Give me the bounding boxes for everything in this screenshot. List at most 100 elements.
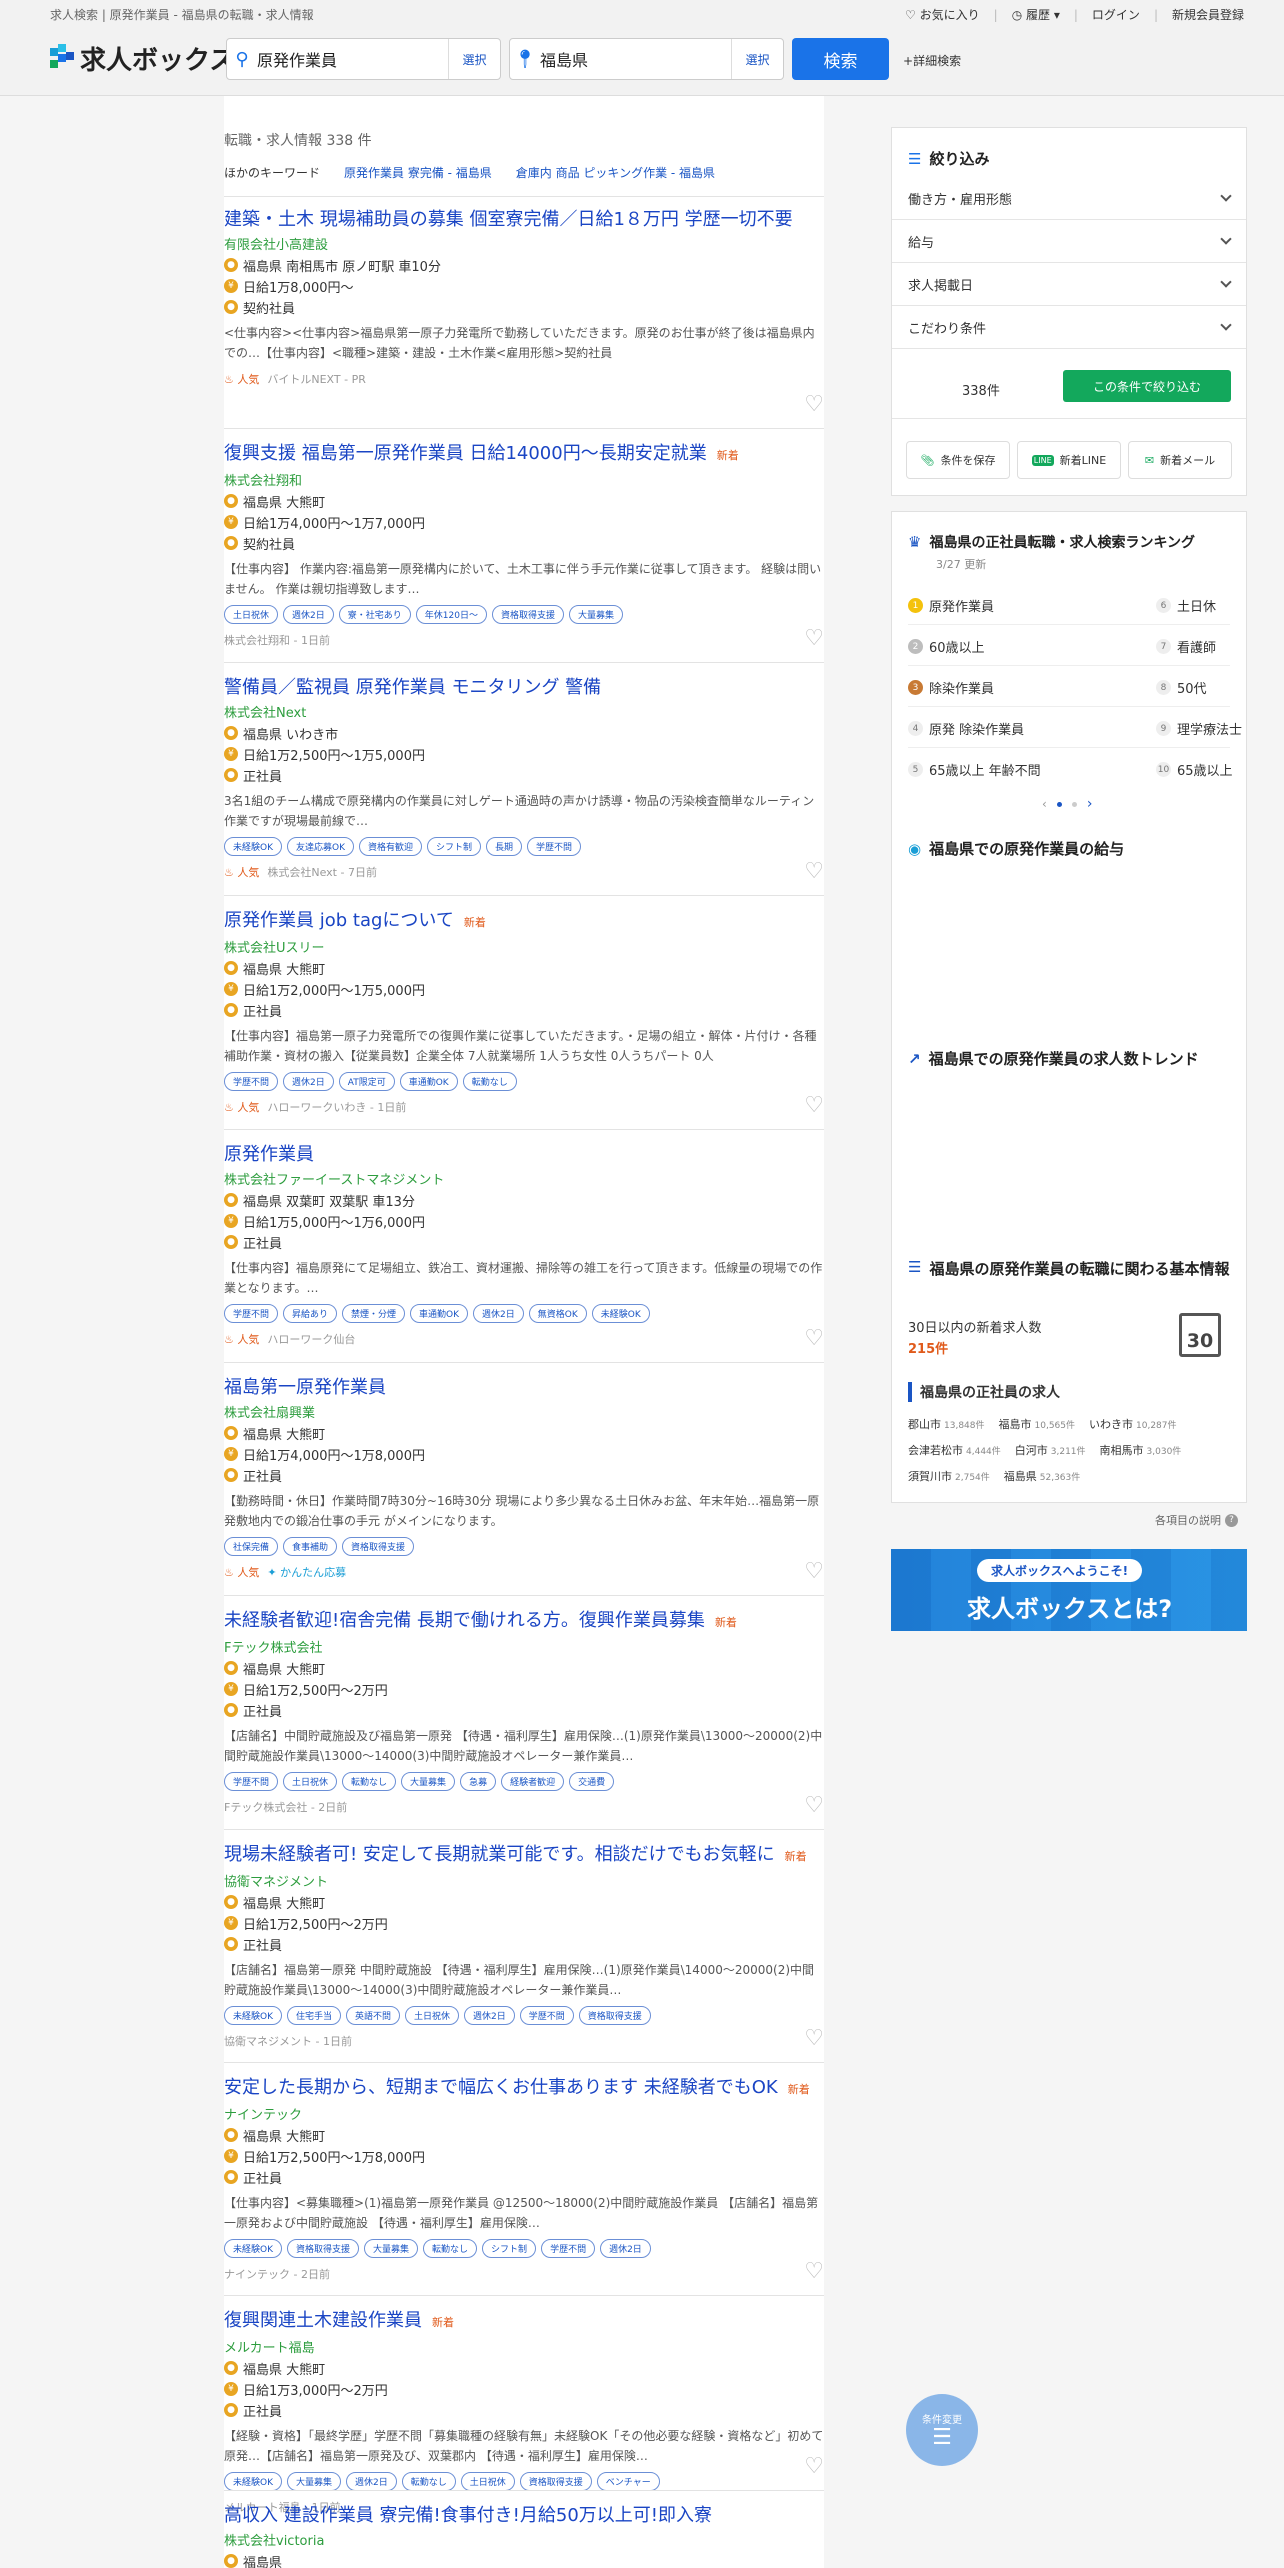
city-link[interactable]: 郡山市 13,848件: [908, 1416, 985, 1432]
ranking-item[interactable]: 6 土日休: [1156, 596, 1216, 615]
ranking-item[interactable]: 8 50代: [1156, 678, 1207, 697]
ranking-item[interactable]: 1 原発作業員: [908, 596, 994, 615]
job-card[interactable]: 建築・土木 現場補助員の募集 個室寮完備／日給1８万円 学歴一切不要 有限会社小高…: [224, 208, 824, 387]
ranking-item[interactable]: 3 除染作業員: [908, 678, 994, 697]
ranking-item[interactable]: 4 原発 除染作業員: [908, 719, 1024, 738]
logo[interactable]: 求人ボックス: [50, 40, 235, 77]
job-location: ● 福島県 大熊町: [224, 492, 824, 511]
favorite-heart-icon[interactable]: ♡: [804, 1793, 824, 1818]
city-link[interactable]: 福島市 10,565件: [999, 1416, 1076, 1432]
rank-number: 9: [1156, 721, 1171, 736]
job-tag: 学歴不問: [541, 2239, 596, 2258]
job-card[interactable]: 復興支援 福島第一原発作業員 日給14000円～長期安定就業 新着 株式会社翔和 ● 福…: [224, 442, 824, 648]
job-meta: Fテック株式会社 - 2日前: [224, 1799, 824, 1815]
job-title-link[interactable]: 未経験者歓迎!宿舎完備 長期で働けれる方。復興作業員募集 新着: [224, 1609, 824, 1635]
pager-dot[interactable]: [1071, 801, 1077, 807]
location-icon: ●: [224, 726, 238, 740]
job-title-link[interactable]: 福島第一原発作業員: [224, 1376, 824, 1400]
pager-dot-active[interactable]: [1056, 801, 1062, 807]
ranking-label: 65歳以上: [1177, 764, 1233, 779]
filter-salary[interactable]: 給与: [892, 220, 1246, 263]
save-conditions-button[interactable]: 📎︎ 条件を保存: [906, 441, 1010, 479]
job-title-link[interactable]: 復興関連土木建設作業員 新着: [224, 2309, 824, 2335]
filter-work-style[interactable]: 働き方・雇用形態: [892, 177, 1246, 220]
about-banner[interactable]: 求人ボックスへようこそ! 求人ボックスとは?: [891, 1549, 1247, 1631]
ranking-item[interactable]: 10 65歳以上: [1156, 760, 1233, 779]
job-tag: 週休2日: [464, 2006, 515, 2025]
job-title-link[interactable]: 高収入 建設作業員 寮完備!食事付き!月給50万以上可!即入寮: [224, 2504, 824, 2528]
keyword-search-box[interactable]: ⚲ 原発作業員 選択: [226, 38, 501, 80]
divider: [224, 196, 824, 197]
job-card[interactable]: 現場未経験者可! 安定して長期就業可能です。相談だけでもお気軽に 新着 協衛マネジメ…: [224, 1843, 824, 2049]
apply-filter-button[interactable]: この条件で絞り込む: [1063, 370, 1231, 402]
favorite-heart-icon[interactable]: ♡: [804, 2259, 824, 2284]
favorite-heart-icon[interactable]: ♡: [804, 1559, 824, 1584]
job-card[interactable]: 未経験者歓迎!宿舎完備 長期で働けれる方。復興作業員募集 新着 Fテック株式会社 ● 福…: [224, 1609, 824, 1815]
job-title-link[interactable]: 復興支援 福島第一原発作業員 日給14000円～長期安定就業 新着: [224, 442, 824, 468]
job-tags: 土日祝休 週休2日 寮・社宅あり 年休120日～ 資格取得支援 大量募集: [224, 605, 824, 624]
other-keyword-link[interactable]: 倉庫内 商品 ピッキング作業 - 福島県: [516, 164, 715, 181]
chevron-left-icon[interactable]: ‹: [1042, 797, 1047, 811]
favorites-link[interactable]: ♡ お気に入り: [905, 6, 980, 23]
job-card[interactable]: 原発作業員 job tagについて 新着 株式会社Uスリー ● 福島県 大熊町 ¥ 日給1万…: [224, 909, 824, 1115]
favorite-heart-icon[interactable]: ♡: [804, 392, 824, 417]
line-alert-button[interactable]: LINE 新着LINE: [1017, 441, 1121, 479]
chevron-down-icon: [1220, 190, 1232, 202]
job-card[interactable]: 原発作業員 株式会社ファーイーストマネジメント ● 福島県 双葉町 双葉駅 車13分 ¥…: [224, 1143, 824, 1347]
filter-posted-date[interactable]: 求人掲載日: [892, 263, 1246, 306]
job-tag: 資格取得支援: [519, 2472, 592, 2491]
keyword-input[interactable]: 原発作業員: [257, 47, 448, 71]
favorite-heart-icon[interactable]: ♡: [804, 1093, 824, 1118]
city-link[interactable]: いわき市 10,287件: [1089, 1416, 1177, 1432]
favorite-heart-icon[interactable]: ♡: [804, 1326, 824, 1351]
ranking-item[interactable]: 5 65歳以上 年齢不問: [908, 760, 1041, 779]
plus-icon: +: [903, 54, 914, 68]
job-title-link[interactable]: 現場未経験者可! 安定して長期就業可能です。相談だけでもお気軽に 新着: [224, 1843, 824, 1869]
job-title-link[interactable]: 警備員／監視員 原発作業員 モニタリング 警備: [224, 676, 824, 700]
job-tag: 学歴不問: [224, 1304, 279, 1323]
job-card[interactable]: 警備員／監視員 原発作業員 モニタリング 警備 株式会社Next ● 福島県 いわき市…: [224, 676, 824, 880]
job-card[interactable]: 復興関連土木建設作業員 新着 メルカート福島 ● 福島県 大熊町 ¥ 日給1万3,000円～…: [224, 2309, 824, 2515]
city-link[interactable]: 南相馬市 3,030件: [1100, 1442, 1182, 1458]
fire-icon: ♨: [224, 1101, 234, 1114]
job-title-link[interactable]: 原発作業員: [224, 1143, 824, 1167]
favorite-heart-icon[interactable]: ♡: [804, 626, 824, 651]
job-card[interactable]: 福島第一原発作業員 株式会社扇興業 ● 福島県 大熊町 ¥ 日給1万4,000円～1万8,…: [224, 1376, 824, 1580]
history-link[interactable]: ◷ 履歴 ▾: [1012, 6, 1060, 23]
city-link[interactable]: 福島県 52,363件: [1004, 1468, 1081, 1484]
city-link[interactable]: 会津若松市 4,444件: [908, 1442, 1001, 1458]
favorite-heart-icon[interactable]: ♡: [804, 2026, 824, 2051]
city-link[interactable]: 須賀川市 2,754件: [908, 1468, 990, 1484]
explain-link[interactable]: 各項目の説明?: [1155, 1512, 1238, 1528]
job-card[interactable]: 高収入 建設作業員 寮完備!食事付き!月給50万以上可!即入寮 株式会社victo…: [224, 2504, 824, 2568]
favorite-heart-icon[interactable]: ♡: [804, 2454, 824, 2479]
job-title-link[interactable]: 建築・土木 現場補助員の募集 個室寮完備／日給1８万円 学歴一切不要: [224, 208, 824, 232]
mail-alert-button[interactable]: ✉ 新着メール: [1128, 441, 1232, 479]
chevron-right-icon[interactable]: ›: [1087, 796, 1093, 812]
detail-search-link[interactable]: +詳細検索: [903, 52, 961, 69]
other-keyword-link[interactable]: 原発作業員 寮完備 - 福島県: [344, 164, 492, 181]
change-conditions-button[interactable]: 条件変更 ☰: [906, 2394, 978, 2466]
job-title-link[interactable]: 原発作業員 job tagについて 新着: [224, 909, 824, 935]
login-link[interactable]: ログイン: [1092, 6, 1140, 23]
ranking-item[interactable]: 7 看護師: [1156, 637, 1216, 656]
location-input[interactable]: 福島県: [540, 47, 731, 71]
keyword-select-button[interactable]: 選択: [448, 39, 500, 79]
favorite-heart-icon[interactable]: ♡: [804, 859, 824, 884]
search-button[interactable]: 検索: [792, 38, 889, 80]
job-tag: 学歴不問: [519, 2006, 574, 2025]
ranking-item[interactable]: 2 60歳以上: [908, 637, 985, 656]
city-link[interactable]: 白河市 3,211件: [1015, 1442, 1086, 1458]
filter-list: 働き方・雇用形態 給与 求人掲載日 こだわり条件: [892, 177, 1246, 349]
job-card[interactable]: 安定した長期から、短期まで幅広くお仕事あります 未経験者でもOK 新着 ナインテック…: [224, 2076, 824, 2282]
filter-preferences[interactable]: こだわり条件: [892, 306, 1246, 349]
location-search-box[interactable]: 📍︎ 福島県 選択: [509, 38, 784, 80]
heart-icon: ♡: [905, 8, 916, 22]
register-link[interactable]: 新規会員登録: [1172, 6, 1244, 23]
location-select-button[interactable]: 選択: [731, 39, 783, 79]
ranking-item[interactable]: 9 理学療法士: [1156, 719, 1242, 738]
company-name: 株式会社Uスリー: [224, 941, 325, 956]
job-title-link[interactable]: 安定した長期から、短期まで幅広くお仕事あります 未経験者でもOK 新着: [224, 2076, 824, 2102]
divider: [224, 428, 824, 429]
job-tag: 転勤なし: [401, 2472, 456, 2491]
